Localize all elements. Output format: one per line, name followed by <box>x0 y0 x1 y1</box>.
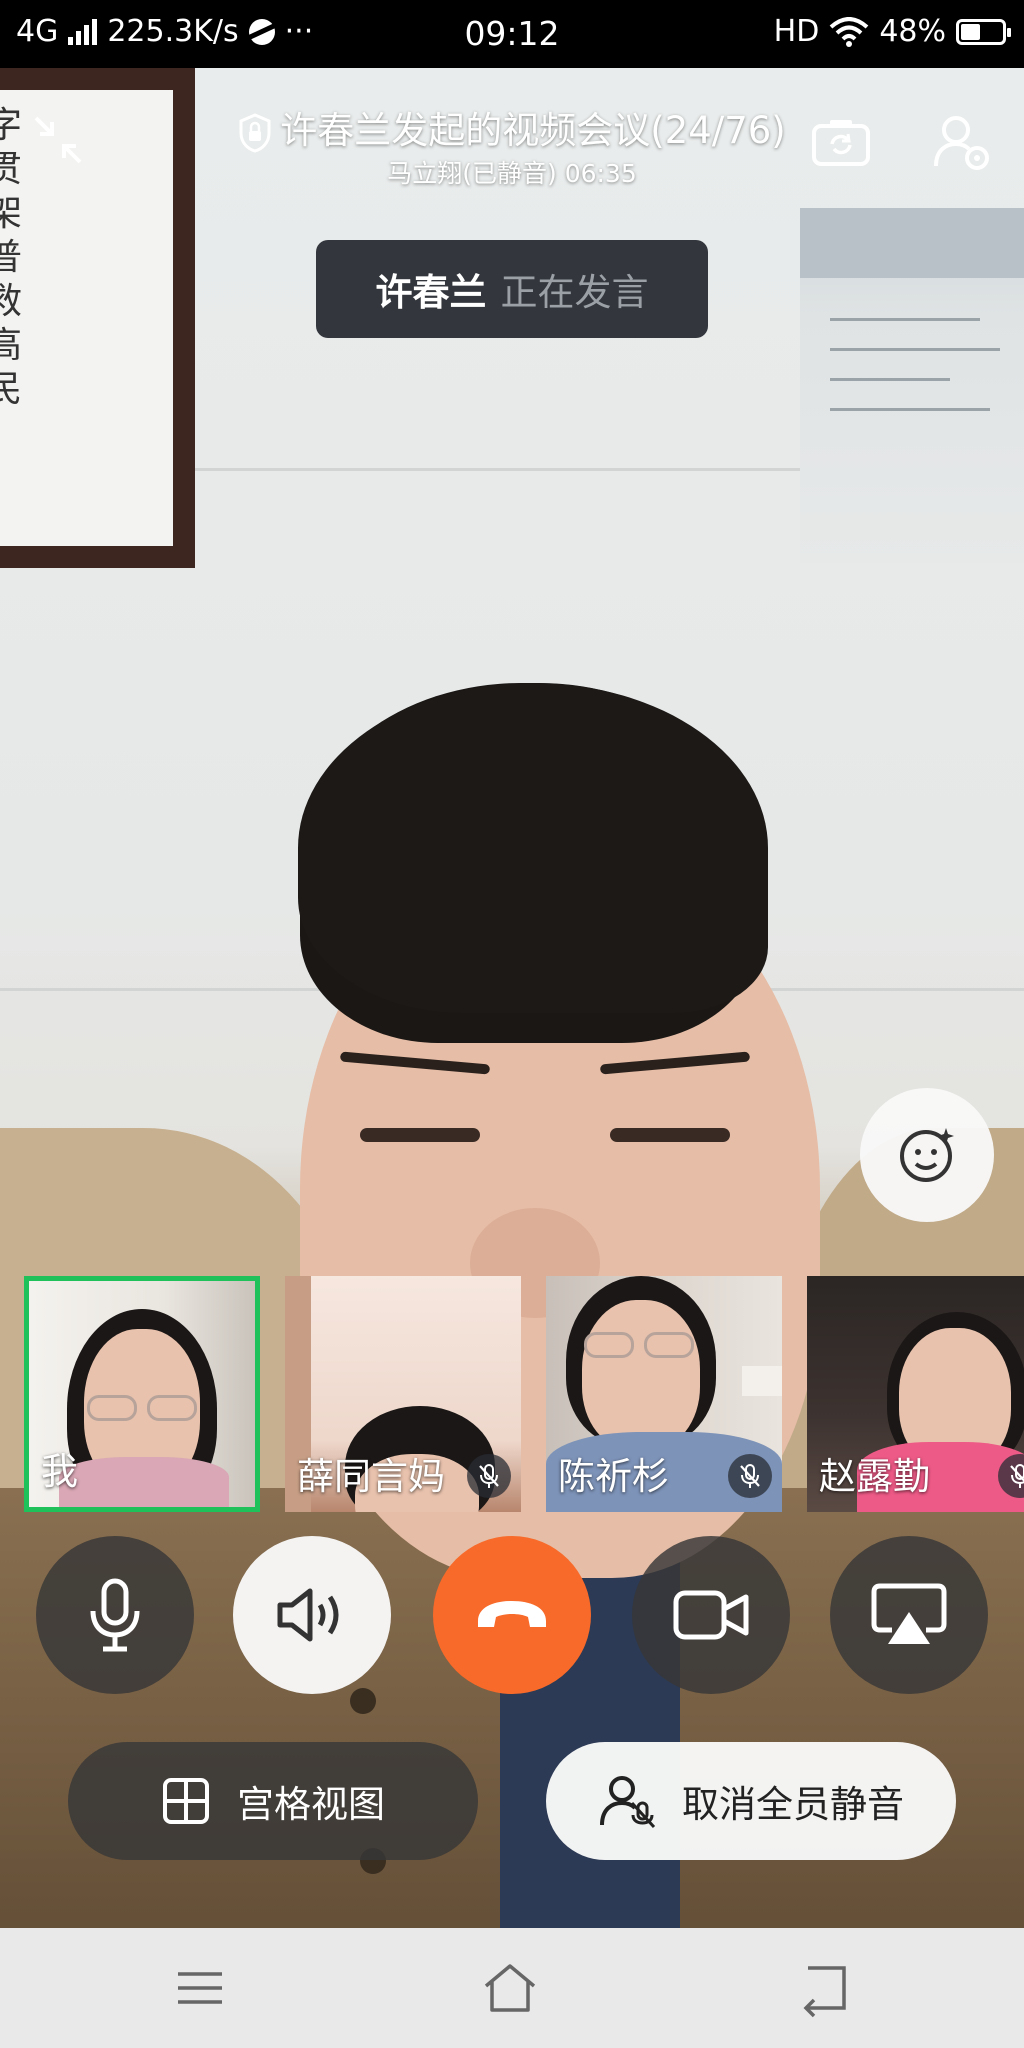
participant-tile[interactable]: 陈祈杉 <box>546 1276 782 1512</box>
navigation-bar <box>0 1928 1024 2048</box>
unmute-all-button[interactable]: 取消全员静音 <box>546 1742 956 1860</box>
participant-tile[interactable]: 赵露勤 <box>807 1276 1024 1512</box>
camera-icon <box>673 1590 749 1640</box>
home-icon[interactable] <box>480 1958 540 2018</box>
mic-off-icon <box>1010 1464 1024 1488</box>
participant-name: 赵露勤 <box>819 1455 930 1498</box>
participant-tile[interactable]: 我 <box>24 1276 260 1512</box>
status-bar: 4G 225.3K/s ··· 09:12 HD 48% <box>0 0 1024 68</box>
battery-icon <box>956 18 1011 45</box>
wifi-icon <box>829 16 869 47</box>
hangup-icon <box>478 1601 546 1627</box>
microphone-icon <box>90 1578 140 1652</box>
hd-indicator: HD <box>773 14 820 49</box>
mic-off-icon <box>740 1464 760 1488</box>
grid-icon <box>163 1778 209 1824</box>
participant-strip: 我 薛同言妈 陈祈杉 赵露勤 <box>24 1276 1024 1512</box>
screen-share-icon <box>871 1583 947 1644</box>
meeting-title-text: 许春兰发起的视频会议(24/76) <box>280 109 786 152</box>
participant-tile[interactable]: 薛同言妈 <box>285 1276 521 1512</box>
muted-indicator <box>467 1454 511 1498</box>
beauty-face-icon <box>900 1128 954 1182</box>
participant-name: 薛同言妈 <box>297 1455 445 1498</box>
active-speaker-name: 许春兰 <box>375 271 487 314</box>
member-management-icon[interactable] <box>930 110 994 174</box>
camera-button[interactable] <box>632 1536 790 1694</box>
grid-view-label: 宫格视图 <box>237 1783 385 1826</box>
active-speaker-toast: 许春兰 正在发言 <box>316 240 708 338</box>
hangup-button[interactable] <box>433 1536 591 1694</box>
speaker-icon <box>277 1588 339 1642</box>
grid-view-button[interactable]: 宫格视图 <box>68 1742 478 1860</box>
flip-camera-icon[interactable] <box>810 112 872 174</box>
active-speaker-state: 正在发言 <box>500 271 649 314</box>
beauty-button[interactable] <box>860 1088 994 1222</box>
unmute-all-label: 取消全员静音 <box>682 1783 904 1826</box>
battery-percent: 48% <box>879 14 946 49</box>
shield-lock-icon <box>239 112 271 153</box>
participant-name: 陈祈杉 <box>558 1455 669 1498</box>
wall-poster <box>800 208 1024 563</box>
participant-name: 我 <box>41 1450 78 1493</box>
menu-icon[interactable] <box>170 1958 230 2018</box>
screen-share-button[interactable] <box>830 1536 988 1694</box>
speaker-button[interactable] <box>233 1536 391 1694</box>
muted-indicator <box>728 1454 772 1498</box>
mute-all-icon <box>600 1776 656 1829</box>
back-icon[interactable] <box>794 1958 854 2018</box>
mic-off-icon <box>479 1464 499 1488</box>
microphone-button[interactable] <box>36 1536 194 1694</box>
